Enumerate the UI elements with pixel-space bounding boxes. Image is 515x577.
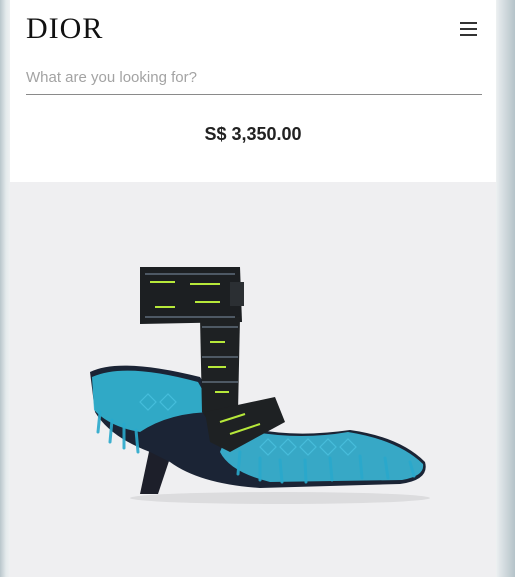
product-image-area[interactable] <box>10 182 496 577</box>
mobile-page: DIOR S$ 3,350.00 <box>10 0 496 577</box>
search-input[interactable] <box>26 60 482 95</box>
fringed-pump-shoe-image <box>90 267 430 504</box>
site-header: DIOR S$ 3,350.00 <box>10 0 496 182</box>
product-price: S$ 3,350.00 <box>204 124 302 144</box>
dior-logo[interactable]: DIOR <box>26 12 103 46</box>
hamburger-menu-icon[interactable] <box>458 20 480 40</box>
